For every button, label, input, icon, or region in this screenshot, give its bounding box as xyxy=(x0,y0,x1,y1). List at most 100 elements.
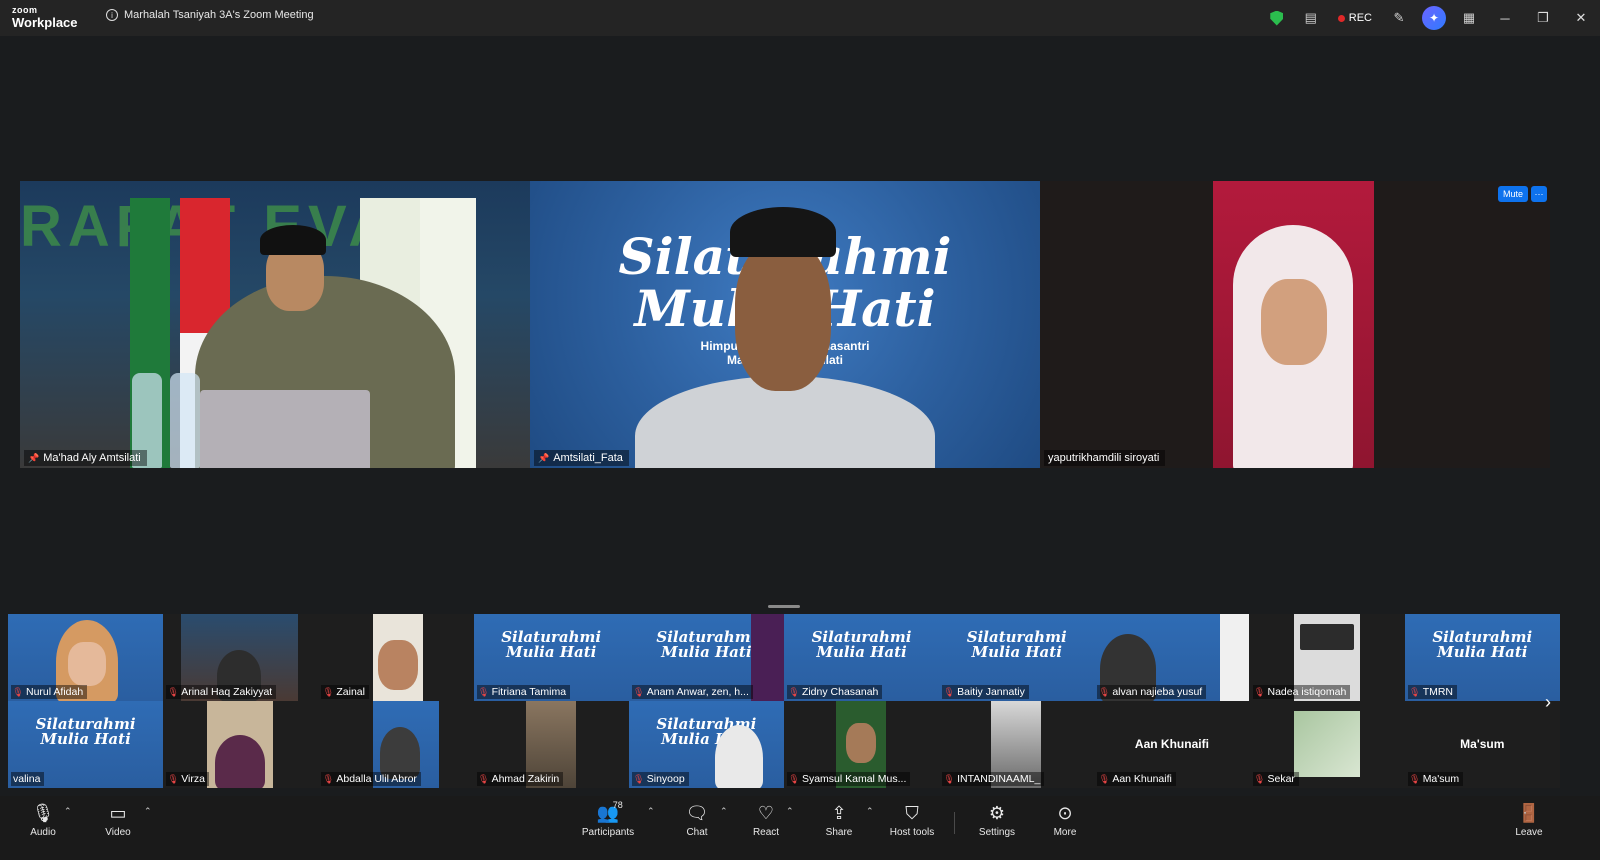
participant-tile[interactable]: 🎙 Arinal Haq Zakiyyat xyxy=(163,614,319,701)
video-tile-speaker-1[interactable]: RAPAT EVALU 📌 Ma'had Aly Amtsilati xyxy=(20,181,530,468)
speaker-name-label: 📌 Amtsilati_Fata xyxy=(534,450,629,466)
participant-name: Fitriana Tamima xyxy=(491,686,567,698)
info-icon[interactable]: i xyxy=(106,9,118,21)
host-tools-button[interactable]: ⛉ Host tools xyxy=(877,802,947,842)
participant-tile[interactable]: Silaturahmi Mulia Hati 🎙 Baitiy Jannatiy xyxy=(939,614,1095,701)
participants-icon: 👥 78 xyxy=(596,800,623,823)
share-options-chevron-icon[interactable]: ⌃ xyxy=(866,806,874,817)
participant-name: Sekar xyxy=(1267,773,1295,785)
annotate-pencil-icon[interactable]: ✎ xyxy=(1390,9,1408,27)
more-dots-icon: ⊙ xyxy=(1057,802,1073,823)
participant-tile[interactable]: Silaturahmi Mulia Hati 🎙 TMRN xyxy=(1404,614,1560,701)
logo-zoom-text: zoom xyxy=(12,5,38,15)
laptop xyxy=(200,390,370,468)
participant-name: Aan Khunaifi xyxy=(1112,773,1172,785)
participant-name: Baitiy Jannatiy xyxy=(957,686,1025,698)
participant-name: Ahmad Zakirin xyxy=(491,773,560,785)
tile-more-options-button[interactable]: ··· xyxy=(1531,186,1547,202)
meeting-info[interactable]: i Marhalah Tsaniyah 3A's Zoom Meeting xyxy=(106,9,314,21)
participant-tile[interactable]: 🎙 Sekar xyxy=(1249,701,1405,788)
participant-tile[interactable]: 🎙 Virza xyxy=(163,701,319,788)
video-camera-icon: ▭ xyxy=(109,802,127,823)
participant-tile[interactable]: 🎙 alvan najieba yusuf xyxy=(1094,614,1250,701)
participant-tile[interactable]: Silaturahmi Mulia Hati 🎙 Fitriana Tamima xyxy=(473,614,629,701)
participant-tile[interactable]: 🎙 Nadea istiqomah xyxy=(1249,614,1405,701)
more-label: More xyxy=(1053,827,1077,838)
participant-name-label: 🎙 Abdalla Ulil Abror xyxy=(321,772,421,786)
participant-tile[interactable]: 🎙 Zainal xyxy=(318,614,474,701)
recording-indicator[interactable]: REC xyxy=(1337,12,1372,24)
react-label: React xyxy=(752,827,780,838)
mic-muted-icon: 🎙 xyxy=(1098,773,1111,784)
participant-tile[interactable]: 🎙 Nurul Afidah xyxy=(8,614,164,701)
restore-button[interactable]: ❐ xyxy=(1524,0,1562,36)
rec-label: REC xyxy=(1348,12,1372,24)
participant-name: Anam Anwar, zen, h... xyxy=(646,686,749,698)
mic-muted-icon: 🎙 xyxy=(788,773,800,784)
participant-tile[interactable]: Silaturahmi Mulia Hati 🎙 Sinyoop xyxy=(628,701,784,788)
video-button[interactable]: ▭ Video xyxy=(83,802,153,842)
slide-line-2: Mulia Hati xyxy=(1437,643,1528,661)
leave-button[interactable]: 🚪 Leave xyxy=(1494,802,1564,842)
participant-tile[interactable]: Silaturahmi Mulia Hati valina xyxy=(8,701,164,788)
video-options-chevron-icon[interactable]: ⌃ xyxy=(144,806,152,817)
wall-background xyxy=(1220,614,1250,701)
mic-muted-icon: 🎙 xyxy=(12,686,24,697)
apps-grid-icon[interactable]: ▦ xyxy=(1460,9,1478,27)
share-label: Share xyxy=(825,827,853,838)
participant-face xyxy=(845,723,876,763)
participant-tile[interactable]: 🎙 Abdalla Ulil Abror xyxy=(318,701,474,788)
toolbar-divider xyxy=(954,812,955,834)
mic-muted-icon: 🎙 xyxy=(167,773,179,784)
audio-label: Audio xyxy=(30,827,56,838)
slide-line-2: Mulia Hati xyxy=(505,643,597,661)
share-screen-icon: ⇪ xyxy=(831,802,847,823)
share-button[interactable]: ⇪ Share xyxy=(804,802,874,842)
heart-icon: ♡ xyxy=(757,802,775,823)
ai-companion-icon[interactable]: ✦ xyxy=(1422,6,1446,30)
notes-icon[interactable]: ▤ xyxy=(1302,9,1320,27)
video-label: Video xyxy=(105,827,131,838)
participant-name-label: 🎙 TMRN xyxy=(1407,685,1458,699)
participant-tile[interactable]: Silaturahmi Mulia Hati 🎙 Zidny Chasanah xyxy=(783,614,940,701)
participant-name-label: 🎙 Zidny Chasanah xyxy=(786,685,883,699)
audio-options-chevron-icon[interactable]: ⌃ xyxy=(64,806,72,817)
participant-name-label: 🎙 Anam Anwar, zen, h... xyxy=(631,685,753,699)
participant-tile[interactable]: Ma'sum 🎙 Ma'sum xyxy=(1404,701,1560,788)
participant-name-label: 🎙 INTANDINAAML_ xyxy=(942,772,1045,786)
participant-tile[interactable]: Silaturahmi Mulia Hati 🎙 Anam Anwar, zen, … xyxy=(628,614,784,701)
host-tools-label: Host tools xyxy=(889,827,935,838)
participant-name: Arinal Haq Zakiyyat xyxy=(181,686,273,698)
mute-participant-button[interactable]: Mute xyxy=(1498,186,1529,202)
video-tile-speaker-3[interactable]: yaputrikhamdili siroyati xyxy=(1040,181,1550,468)
video-tile-speaker-2[interactable]: Silaturahmi Mulia Hati Himpunan Alumni M… xyxy=(530,181,1040,468)
more-button[interactable]: ⊙ More xyxy=(1030,802,1100,842)
speaker-name-label: 📌 Ma'had Aly Amtsilati xyxy=(24,450,147,466)
react-options-chevron-icon[interactable]: ⌃ xyxy=(786,806,794,817)
participant-tile[interactable]: 🎙 Ahmad Zakirin xyxy=(473,701,629,788)
speaker-name-label: yaputrikhamdili siroyati xyxy=(1044,450,1166,466)
settings-button[interactable]: ⚙ Settings xyxy=(962,802,1032,842)
participant-name-label: 🎙 Arinal Haq Zakiyyat xyxy=(166,685,277,699)
participant-tile[interactable]: 🎙 Syamsul Kamal Mus... xyxy=(783,701,940,788)
participant-name-label: 🎙 Virza xyxy=(166,772,209,786)
pin-icon: 📌 xyxy=(538,452,550,463)
close-button[interactable]: ✕ xyxy=(1562,0,1600,36)
chat-options-chevron-icon[interactable]: ⌃ xyxy=(720,806,728,817)
gallery-resize-handle[interactable] xyxy=(768,605,800,608)
participant-tile[interactable]: 🎙 INTANDINAAML_ xyxy=(939,701,1095,788)
participant-name-label: 🎙 Fitriana Tamima xyxy=(476,685,571,699)
participant-name-label: 🎙 Nurul Afidah xyxy=(11,685,88,699)
participants-options-chevron-icon[interactable]: ⌃ xyxy=(647,806,655,817)
video-feed xyxy=(1293,711,1360,777)
mic-muted-icon: 🎙 xyxy=(322,773,335,784)
participant-face xyxy=(1261,279,1327,365)
participant-name: Syamsul Kamal Mus... xyxy=(801,773,907,785)
security-shield-icon[interactable] xyxy=(1268,9,1286,27)
minimize-button[interactable]: ─ xyxy=(1486,0,1524,36)
participants-button[interactable]: 👥 78 Participants xyxy=(573,800,643,842)
gallery-next-page-icon[interactable]: › xyxy=(1545,692,1551,713)
participant-tile[interactable]: Aan Khunaifi 🎙 Aan Khunaifi xyxy=(1094,701,1250,788)
participant-name: Zainal xyxy=(336,686,365,698)
mic-muted-icon: 🎙 xyxy=(477,773,490,784)
